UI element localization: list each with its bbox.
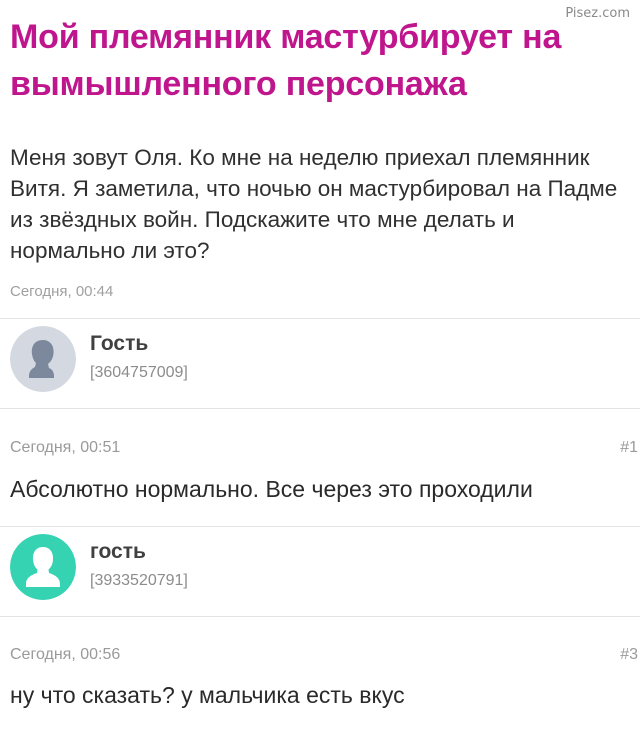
comment-meta: Сегодня, 00:56 #3	[10, 646, 638, 664]
avatar[interactable]	[10, 534, 76, 600]
author-id: [3933520791]	[90, 572, 188, 589]
comment-text: Абсолютно нормально. Все через это прохо…	[10, 476, 533, 502]
comment-author-block: Гость [3604757009]	[10, 326, 630, 396]
author-name[interactable]: гость	[90, 540, 146, 564]
question-timestamp: Сегодня, 00:44	[10, 283, 114, 300]
question-text: Меня зовут Оля. Ко мне на неделю приехал…	[10, 145, 618, 263]
comment-meta: Сегодня, 00:51 #1	[10, 439, 638, 457]
author-name[interactable]: Гость	[90, 332, 148, 356]
user-silhouette-icon	[10, 534, 76, 600]
divider	[0, 408, 640, 409]
author-id: [3604757009]	[90, 364, 188, 381]
avatar[interactable]	[10, 326, 76, 392]
comment-text: ну что сказать? у мальчика есть вкус	[10, 682, 405, 708]
comment-timestamp: Сегодня, 00:56	[10, 646, 121, 663]
user-silhouette-icon	[10, 326, 76, 392]
comment-number[interactable]: #1	[620, 439, 638, 457]
divider	[0, 318, 640, 319]
question-title[interactable]: Мой племянник мастурбирует на вымышленно…	[10, 14, 610, 108]
divider	[0, 616, 640, 617]
comment-timestamp: Сегодня, 00:51	[10, 439, 121, 456]
comment-number[interactable]: #3	[620, 646, 638, 664]
comment-author-block: гость [3933520791]	[10, 534, 630, 604]
divider	[0, 526, 640, 527]
